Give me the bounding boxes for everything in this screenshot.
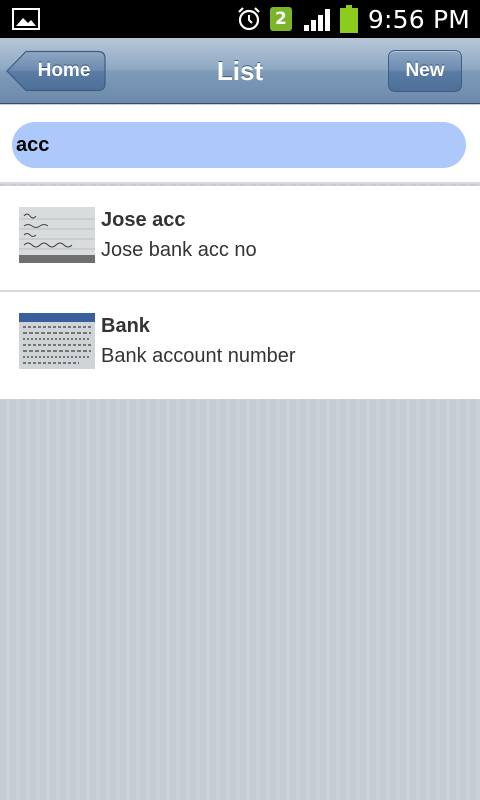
list-item[interactable]: Jose acc Jose bank acc no <box>0 186 480 292</box>
home-button[interactable]: Home <box>6 50 106 92</box>
search-input[interactable] <box>12 122 466 168</box>
search-bar <box>0 105 480 184</box>
list-item-title: Bank <box>101 315 150 337</box>
battery-icon <box>339 5 358 33</box>
list-item-subtitle: Bank account number <box>101 345 296 367</box>
home-button-label: Home <box>37 60 91 81</box>
signal-icon <box>303 9 330 31</box>
new-button-label: New <box>405 60 445 81</box>
gallery-icon <box>12 8 40 30</box>
notification-badge: 2 <box>269 7 292 31</box>
list-item-subtitle: Jose bank acc no <box>101 239 257 261</box>
alarm-icon <box>238 7 260 31</box>
list-item-title: Jose acc <box>101 209 186 231</box>
handwritten-note-thumbnail <box>19 207 95 263</box>
results-list: Jose acc Jose bank acc no Bank Bank acco… <box>0 186 480 399</box>
list-item[interactable]: Bank Bank account number <box>0 292 480 399</box>
status-bar: 2 9:56 PM <box>0 0 480 38</box>
new-button[interactable]: New <box>388 50 462 92</box>
navbar: List Home New <box>0 38 480 104</box>
printed-document-thumbnail <box>19 313 95 369</box>
clock: 9:56 PM <box>367 4 470 34</box>
